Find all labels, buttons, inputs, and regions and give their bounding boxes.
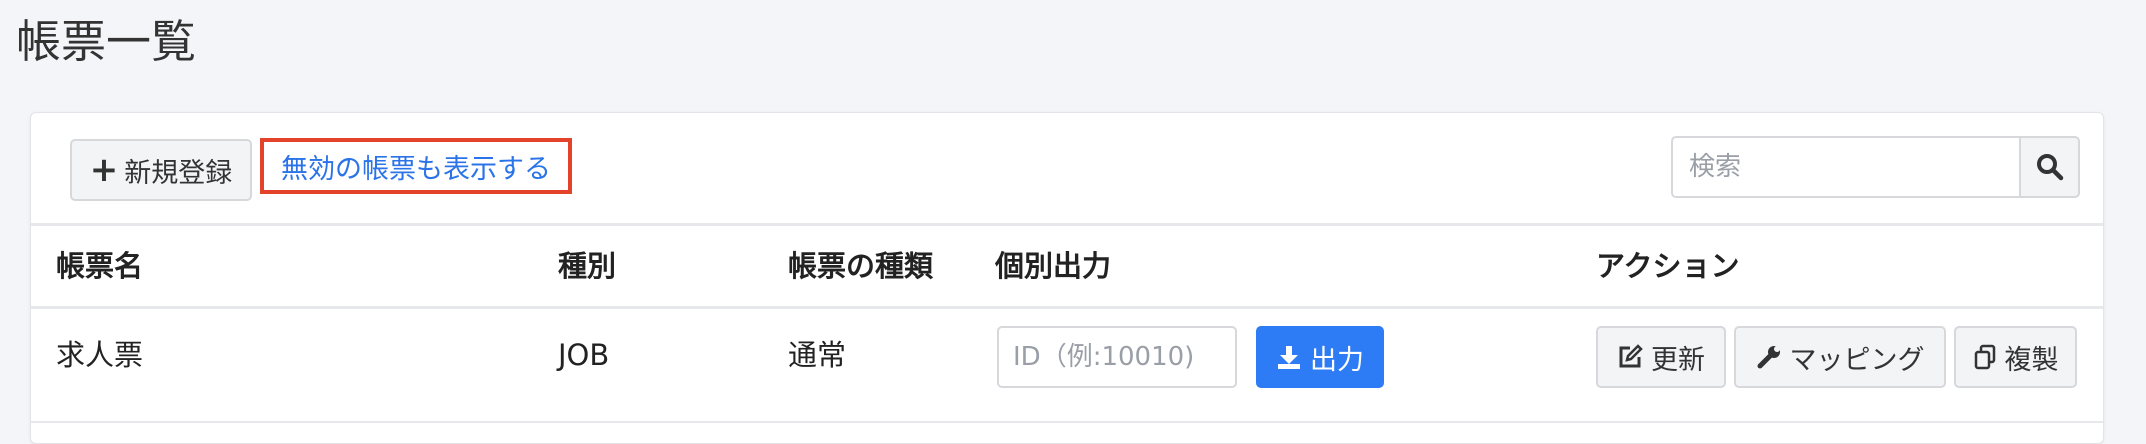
column-header-kind: 帳票の種類: [788, 249, 934, 283]
id-input[interactable]: [997, 326, 1237, 388]
wrench-icon: [1756, 344, 1782, 370]
search-input[interactable]: [1671, 136, 2019, 198]
output-label: 出力: [1310, 344, 1364, 376]
new-register-button[interactable]: + 新規登録: [70, 139, 252, 201]
reports-card: + 新規登録 無効の帳票も表示する 帳票名 種別 帳票の種類 個別出力 アクショ…: [30, 112, 2104, 444]
copy-label: 複製: [2004, 344, 2059, 376]
column-header-action: アクション: [1596, 249, 1740, 283]
copy-icon: [1973, 344, 1997, 370]
column-header-type: 種別: [558, 249, 617, 283]
search-icon: [2036, 154, 2063, 181]
update-label: 更新: [1651, 344, 1705, 376]
mapping-button[interactable]: マッピング: [1734, 326, 1946, 388]
search-group: [1671, 136, 2080, 198]
download-icon: [1276, 344, 1302, 370]
table-row: 求人票 JOB 通常 出力 更新: [31, 309, 2103, 423]
search-button[interactable]: [2019, 136, 2080, 198]
column-header-name: 帳票名: [56, 249, 144, 283]
toolbar: + 新規登録 無効の帳票も表示する: [31, 113, 2103, 223]
report-type: JOB: [558, 338, 610, 372]
page-title: 帳票一覧: [16, 15, 197, 68]
output-button[interactable]: 出力: [1256, 326, 1384, 388]
edit-icon: [1617, 344, 1643, 370]
update-button[interactable]: 更新: [1596, 326, 1726, 388]
plus-icon: +: [89, 150, 119, 190]
new-register-label: 新規登録: [124, 157, 233, 189]
show-disabled-reports-link[interactable]: 無効の帳票も表示する: [260, 138, 572, 194]
mapping-label: マッピング: [1789, 344, 1925, 376]
report-kind: 通常: [788, 338, 847, 372]
column-header-individual-output: 個別出力: [995, 249, 1112, 283]
report-name: 求人票: [56, 338, 144, 372]
table-header: 帳票名 種別 帳票の種類 個別出力 アクション: [31, 223, 2103, 309]
copy-button[interactable]: 複製: [1954, 326, 2077, 388]
